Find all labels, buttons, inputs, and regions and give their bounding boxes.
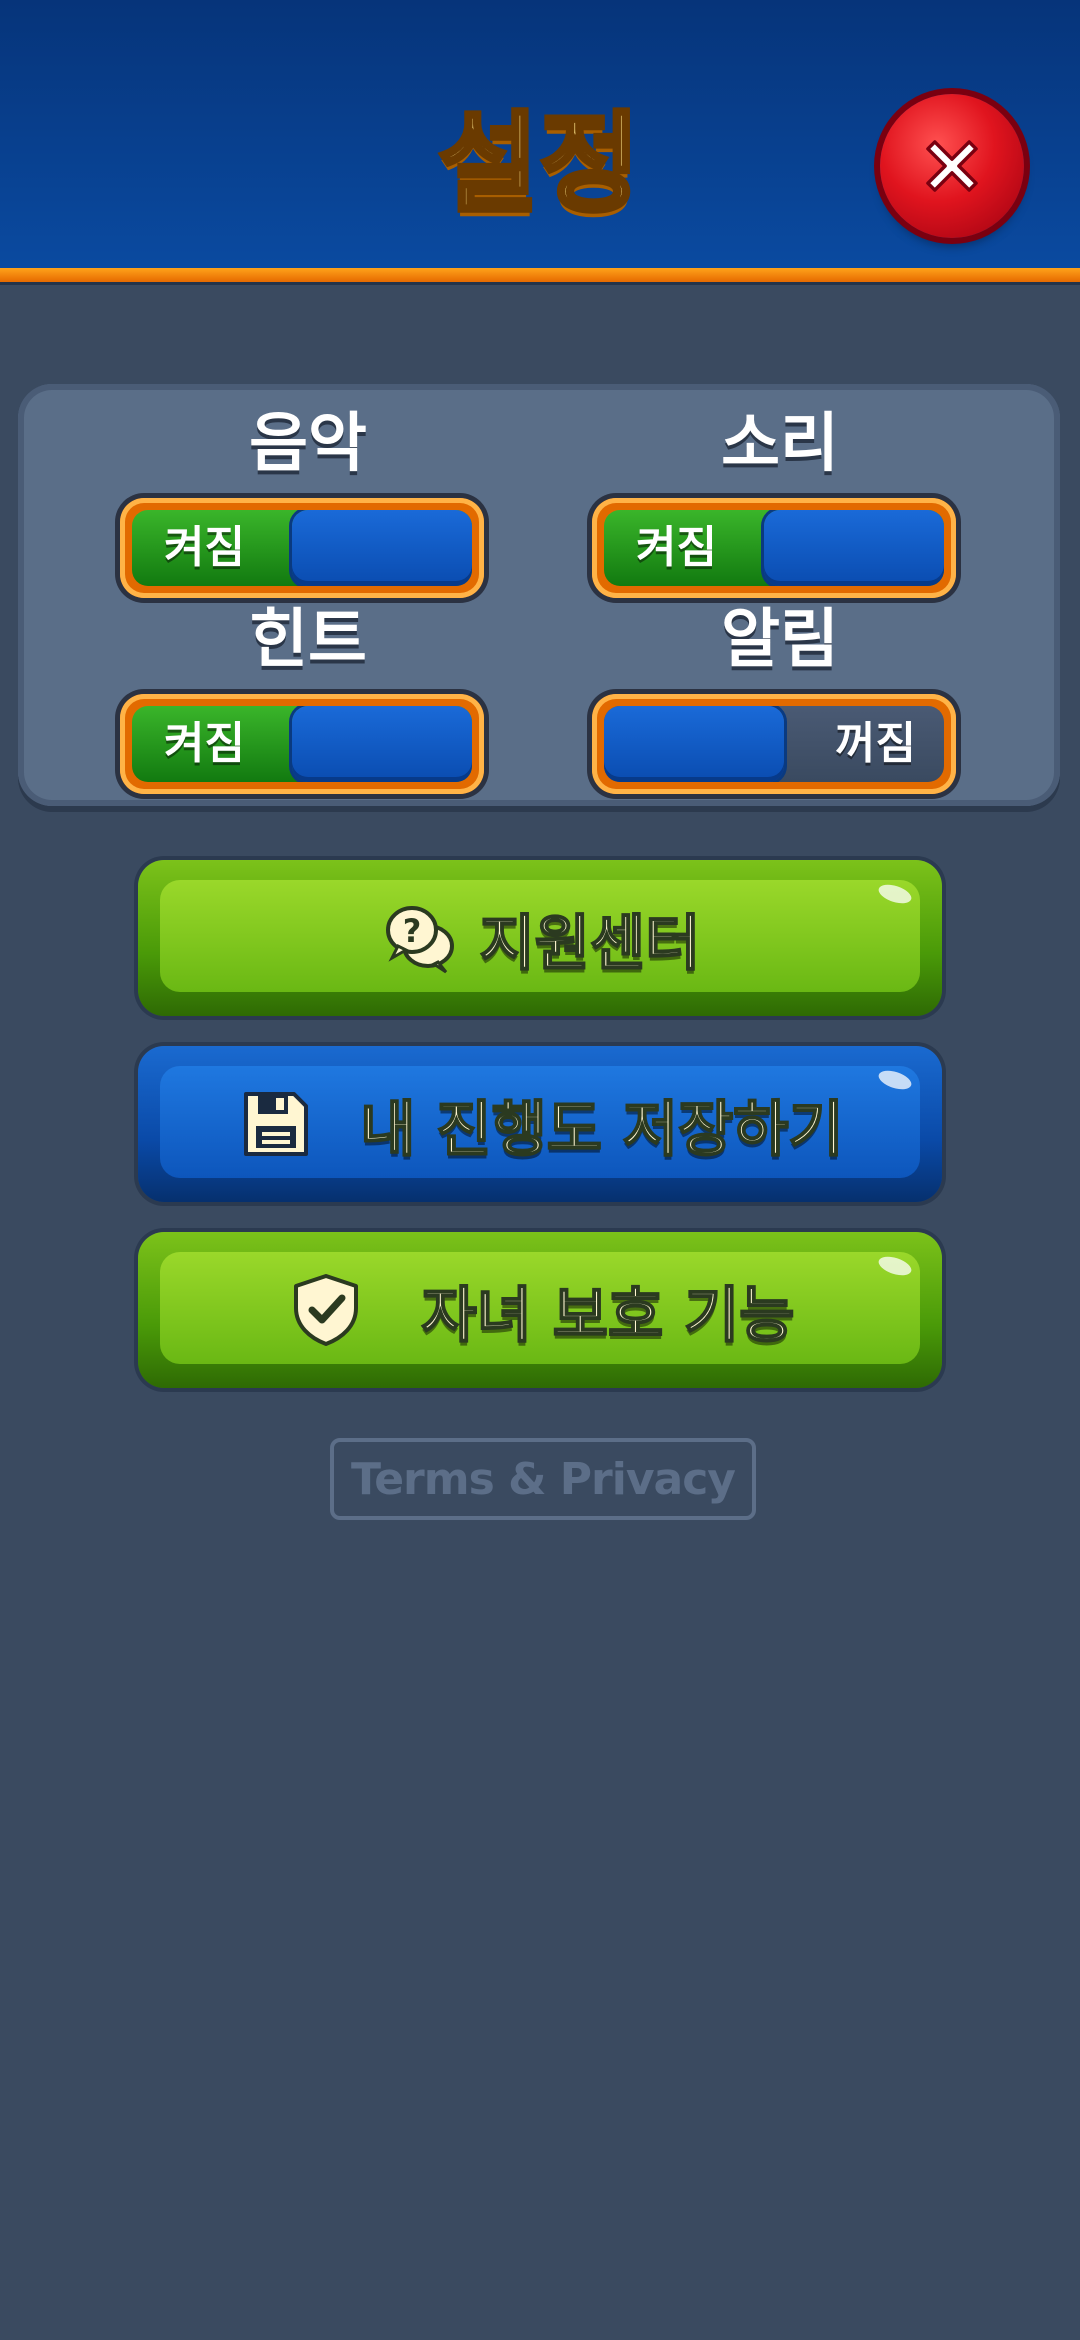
parental-controls-label: 자녀 보호 기능	[421, 1280, 796, 1352]
setting-music: 음악 켜짐	[120, 406, 496, 598]
toggle-knob	[604, 706, 784, 782]
setting-hint: 힌트 켜짐	[120, 602, 496, 794]
setting-label-sound: 소리	[721, 407, 839, 481]
support-center-button[interactable]: ? 지원센터	[138, 860, 942, 1016]
toggle-state-text: 켜짐	[164, 522, 245, 573]
sound-toggle[interactable]: 켜짐	[592, 498, 956, 598]
setting-label-hint: 힌트	[249, 603, 367, 677]
toggle-state-text: 켜짐	[636, 522, 717, 573]
floppy-disk-icon	[244, 1092, 309, 1156]
music-toggle[interactable]: 켜짐	[120, 498, 484, 598]
toggle-knob	[292, 510, 472, 586]
toggle-knob	[292, 706, 472, 782]
notification-toggle[interactable]: 꺼짐	[592, 694, 956, 794]
hint-toggle[interactable]: 켜짐	[120, 694, 484, 794]
close-x-icon	[926, 140, 978, 192]
close-button[interactable]	[880, 94, 1024, 238]
help-chat-icon: ?	[385, 906, 454, 974]
toggle-knob	[764, 510, 944, 586]
save-progress-label: 내 진행도 저장하기	[359, 1094, 844, 1166]
setting-sound: 소리 켜짐	[592, 406, 968, 598]
parental-controls-button[interactable]: 자녀 보호 기능	[138, 1232, 942, 1388]
terms-privacy-link[interactable]: Terms & Privacy	[330, 1438, 756, 1520]
svg-text:?: ?	[402, 912, 421, 950]
terms-privacy-label: Terms & Privacy	[351, 1453, 736, 1505]
save-progress-button[interactable]: 내 진행도 저장하기	[138, 1046, 942, 1202]
setting-label-notification: 알림	[721, 603, 839, 677]
toggle-state-text: 꺼짐	[835, 718, 916, 769]
header-stripe	[0, 268, 1080, 282]
shield-check-icon	[293, 1274, 358, 1346]
settings-panel: 음악 켜짐 소리 켜짐 힌트 켜짐 알림 꺼짐	[18, 384, 1060, 806]
support-center-label: 지원센터	[479, 908, 702, 980]
setting-label-music: 음악	[249, 407, 367, 481]
toggle-state-text: 켜짐	[164, 718, 245, 769]
setting-notification: 알림 꺼짐	[592, 602, 968, 794]
